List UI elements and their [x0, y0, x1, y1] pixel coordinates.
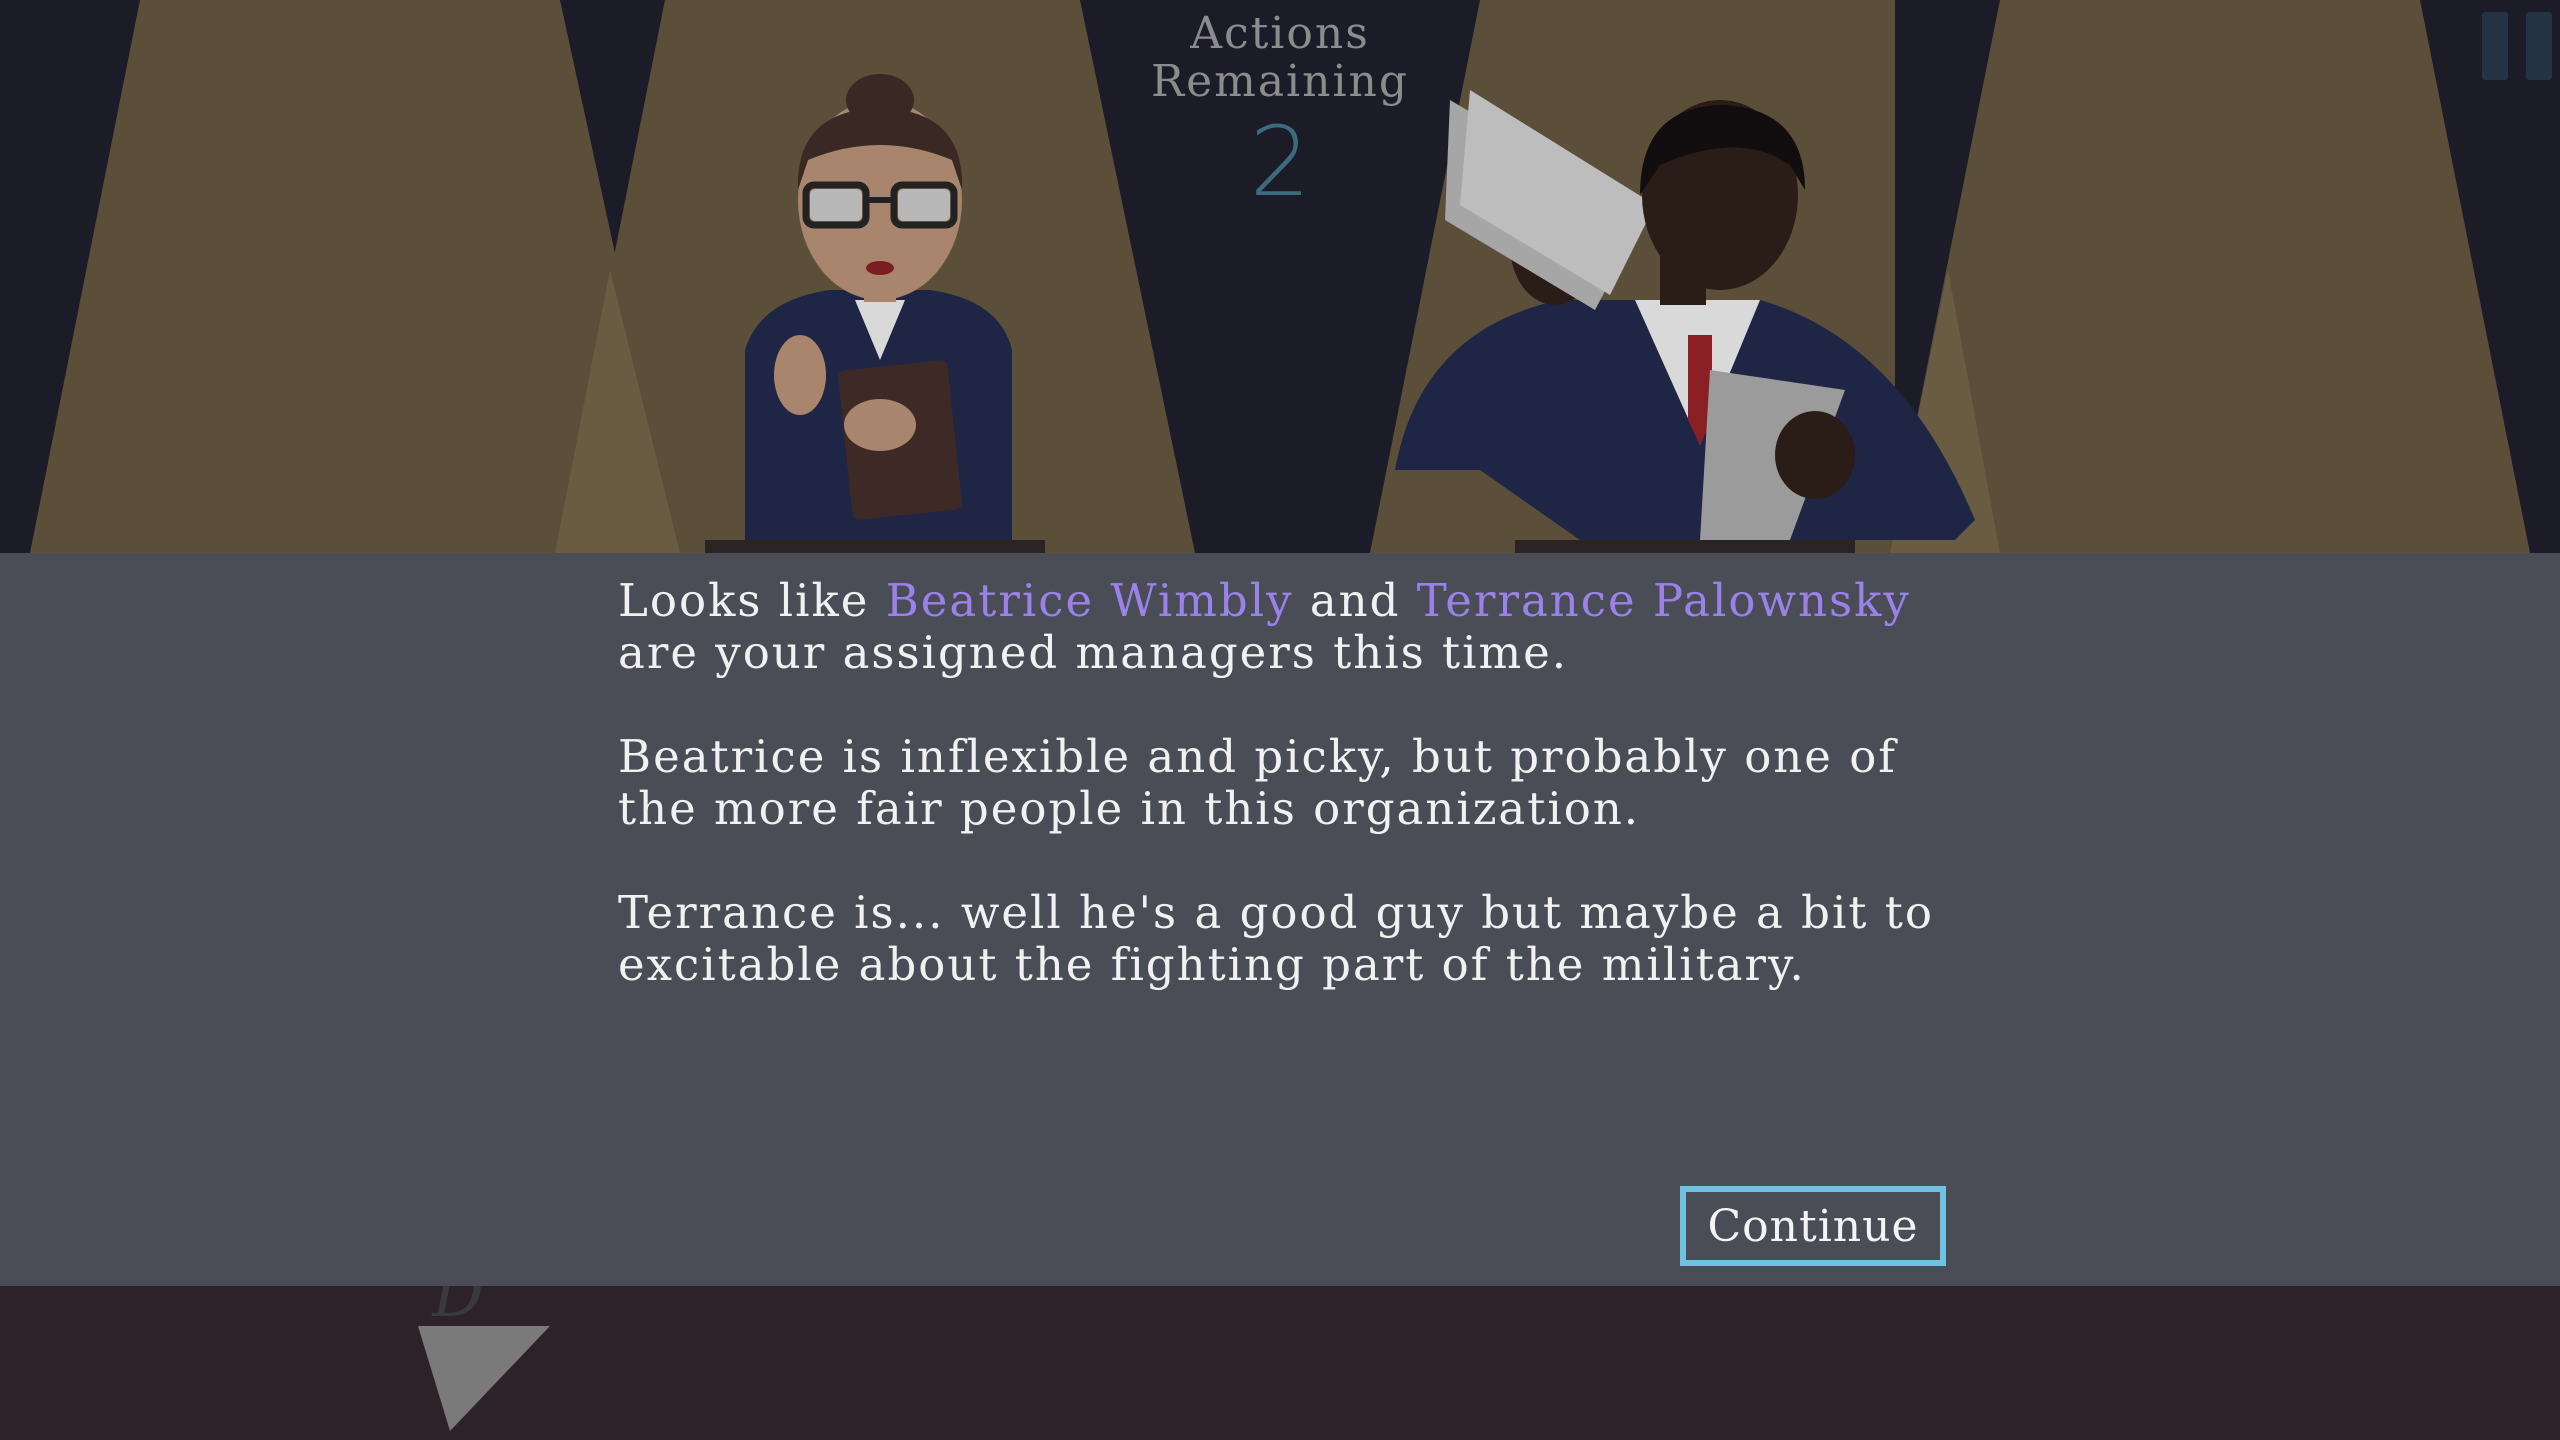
dialog-paragraph: Beatrice is inflexible and picky, but pr…	[618, 730, 1897, 835]
pause-button[interactable]	[2482, 12, 2552, 80]
actions-label: Actions	[1190, 8, 1370, 59]
down-arrow-icon: D	[418, 1286, 550, 1431]
pause-icon	[2482, 12, 2508, 80]
manager-name-beatrice: Beatrice Wimbly	[885, 574, 1294, 627]
spotlight-beam	[1890, 0, 2530, 553]
dialog-paragraph: Looks like Beatrice Wimbly and Terrance …	[618, 575, 1958, 679]
arrow-letter: D	[431, 1286, 483, 1332]
dialog-panel: Looks like Beatrice Wimbly and Terrance …	[0, 553, 2560, 1286]
actions-remaining-count: 2	[1249, 106, 1311, 218]
continue-button[interactable]: Continue	[1680, 1186, 1946, 1266]
footer-bar: D	[0, 1286, 2560, 1440]
dialog-paragraph: Terrance is... well he's a good guy but …	[618, 886, 1934, 991]
manager-name-terrance: Terrance Palownsky	[1416, 574, 1911, 627]
dialog-text-segment: and	[1293, 574, 1417, 627]
dialog-text-segment: are your assigned managers this time.	[618, 626, 1569, 679]
actions-remaining-panel: Actions Remaining 2	[1100, 8, 1460, 218]
remaining-label: Remaining	[1150, 56, 1410, 107]
dialog-text: Looks like Beatrice Wimbly and Terrance …	[618, 575, 1958, 1043]
dialog-text-segment: Looks like	[618, 574, 886, 627]
stage-scene: Actions Remaining 2	[0, 0, 2560, 553]
pause-icon	[2526, 12, 2552, 80]
